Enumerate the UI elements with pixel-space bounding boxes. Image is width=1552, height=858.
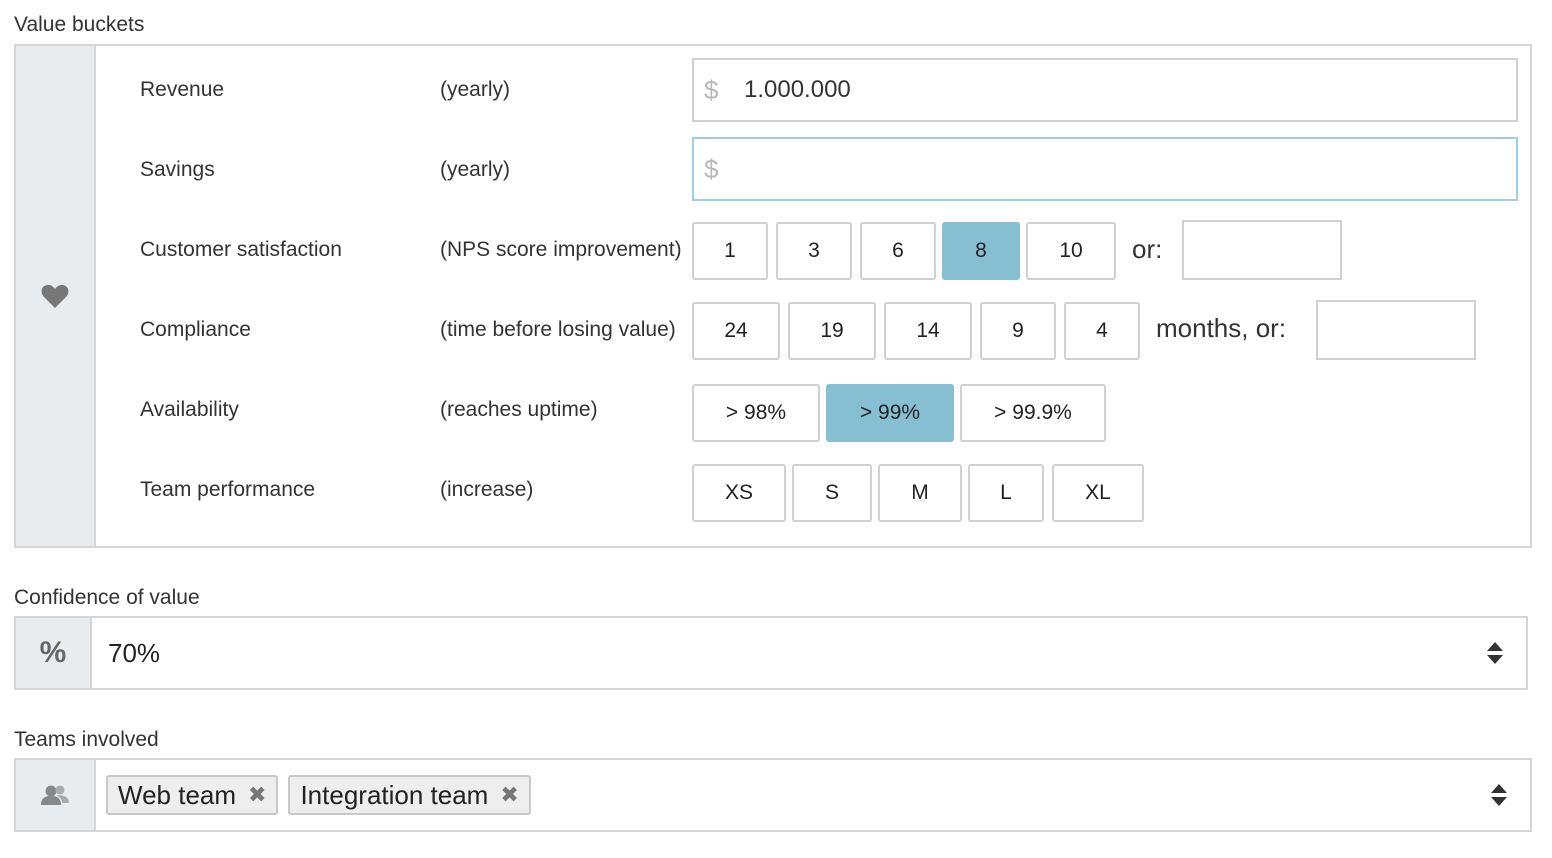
select-arrows-icon [1487, 642, 1503, 664]
percent-icon: % [16, 618, 92, 688]
teams-label: Teams involved [14, 728, 159, 751]
customer-satisfaction-hint: (NPS score improvement) [440, 238, 682, 261]
dollar-icon: $ [704, 74, 719, 105]
compliance-months-label: months, or: [1156, 313, 1287, 343]
teams-tag-list: Web team ✖ Integration team ✖ [106, 760, 541, 830]
value-buckets-sidebar [16, 46, 96, 546]
revenue-value: 1.000.000 [744, 76, 851, 103]
nps-option-button[interactable]: 3 [776, 222, 852, 280]
size-option-button[interactable]: L [968, 464, 1044, 522]
nps-option-button[interactable]: 6 [860, 222, 936, 280]
confidence-value: 70% [108, 637, 161, 668]
size-option-button[interactable]: M [878, 464, 962, 522]
remove-tag-icon[interactable]: ✖ [500, 782, 518, 808]
uptime-option-button-selected[interactable]: > 99% [826, 384, 954, 442]
nps-custom-input[interactable] [1182, 220, 1342, 280]
team-performance-hint: (increase) [440, 478, 534, 501]
team-tag-label: Integration team [300, 779, 489, 810]
nps-option-button-selected[interactable]: 8 [942, 222, 1020, 280]
team-tag-integration: Integration team ✖ [288, 775, 531, 815]
uptime-option-button[interactable]: > 98% [692, 384, 820, 442]
compliance-custom-input[interactable] [1316, 300, 1476, 360]
team-tag-web: Web team ✖ [106, 775, 279, 815]
nps-or-label: or: [1132, 234, 1163, 264]
customer-satisfaction-label: Customer satisfaction [140, 238, 342, 261]
revenue-label: Revenue [140, 78, 225, 101]
nps-option-button[interactable]: 1 [692, 222, 768, 280]
team-performance-label: Team performance [140, 478, 316, 501]
users-icon [41, 785, 69, 805]
revenue-input[interactable]: $ 1.000.000 [692, 58, 1518, 122]
confidence-select[interactable]: % 70% [14, 616, 1528, 690]
size-option-button[interactable]: S [792, 464, 872, 522]
compliance-option-button[interactable]: 4 [1064, 302, 1140, 360]
teams-multiselect[interactable]: Web team ✖ Integration team ✖ [14, 758, 1532, 832]
nps-option-button[interactable]: 10 [1026, 222, 1116, 280]
heart-icon [41, 284, 69, 308]
compliance-option-button[interactable]: 9 [980, 302, 1056, 360]
value-buckets-label: Value buckets [14, 13, 145, 36]
dollar-icon: $ [704, 153, 719, 184]
availability-label: Availability [140, 398, 239, 421]
revenue-hint: (yearly) [440, 78, 511, 101]
select-arrows-icon [1491, 784, 1507, 806]
size-option-button[interactable]: XL [1052, 464, 1144, 522]
compliance-label: Compliance [140, 318, 251, 341]
compliance-option-button[interactable]: 14 [884, 302, 972, 360]
compliance-option-button[interactable]: 19 [788, 302, 876, 360]
compliance-option-button[interactable]: 24 [692, 302, 780, 360]
size-option-button[interactable]: XS [692, 464, 786, 522]
team-tag-label: Web team [118, 779, 237, 810]
savings-hint: (yearly) [440, 158, 511, 181]
value-buckets-panel: Revenue (yearly) $ 1.000.000 Savings (ye… [14, 44, 1532, 548]
remove-tag-icon[interactable]: ✖ [248, 782, 266, 808]
savings-input[interactable]: $ [692, 137, 1518, 201]
availability-hint: (reaches uptime) [440, 398, 598, 421]
savings-label: Savings [140, 158, 215, 181]
teams-sidebar [16, 760, 96, 830]
confidence-label: Confidence of value [14, 586, 200, 609]
uptime-option-button[interactable]: > 99.9% [960, 384, 1106, 442]
compliance-hint: (time before losing value) [440, 318, 676, 341]
